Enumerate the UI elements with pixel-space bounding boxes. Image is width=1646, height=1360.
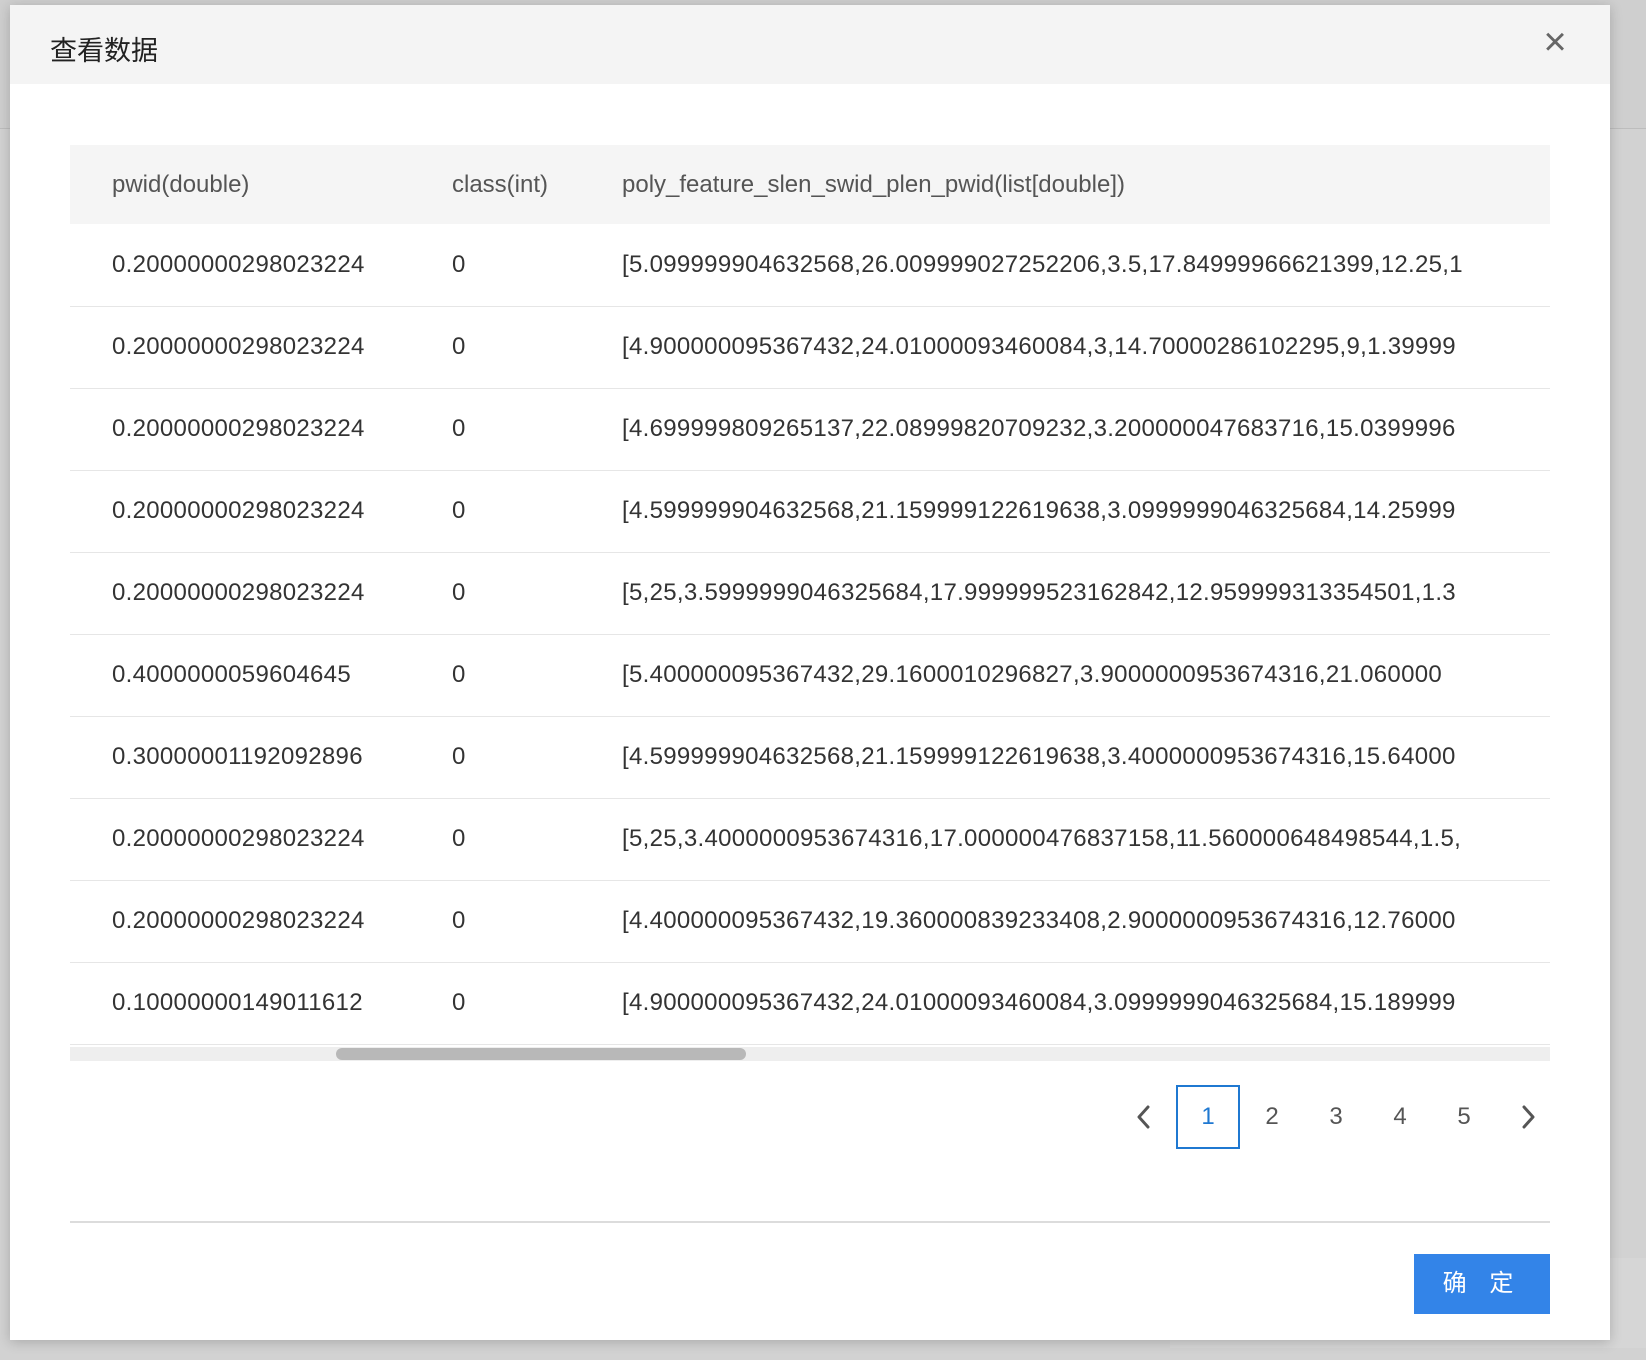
cell-class: 0 [452, 250, 466, 278]
table-row: 0.20000000298023224 0 [4.699999809265137,2… [70, 388, 1550, 470]
cell-pwid: 0.20000000298023224 [112, 250, 365, 278]
cell-class: 0 [452, 907, 466, 934]
cell-pwid: 0.20000000298023224 [112, 579, 365, 606]
cell-class: 0 [452, 579, 466, 606]
table-row: 0.10000000149011612 0 [4.900000095367432,2… [70, 962, 1550, 1044]
column-header-pwid: pwid(double) [112, 170, 250, 198]
close-icon[interactable]: × [1538, 22, 1572, 62]
modal-header: 查看数据 × [10, 5, 1610, 84]
cell-pwid: 0.20000000298023224 [112, 415, 365, 442]
column-header-poly-feature: poly_feature_slen_swid_plen_pwid(list[do… [622, 170, 1125, 198]
table-row: 0.30000001192092896 0 [4.599999904632568,2… [70, 716, 1550, 798]
cell-poly-feature: [4.599999904632568,21.159999122619638,3.… [622, 497, 1456, 524]
table-row: 0.20000000298023224 0 [4.599999904632568,2… [70, 470, 1550, 552]
cell-poly-feature: [4.400000095367432,19.360000839233408,2.… [622, 907, 1456, 934]
cell-pwid: 0.10000000149011612 [112, 989, 363, 1016]
chevron-left-icon[interactable] [1112, 1085, 1176, 1149]
page-1-button[interactable]: 1 [1176, 1085, 1240, 1149]
cell-pwid: 0.20000000298023224 [112, 333, 365, 360]
cell-class: 0 [452, 825, 466, 852]
cell-poly-feature: [4.699999809265137,22.08999820709232,3.2… [622, 415, 1456, 442]
page-3-button[interactable]: 3 [1304, 1085, 1368, 1149]
cell-poly-feature: [5,25,3.5999999046325684,17.999999523162… [622, 579, 1456, 606]
cell-pwid: 0.20000000298023224 [112, 907, 365, 934]
page-4-button[interactable]: 4 [1368, 1085, 1432, 1149]
cell-pwid: 0.30000001192092896 [112, 743, 363, 770]
cell-class: 0 [452, 743, 466, 770]
table-row: 0.20000000298023224 0 [5,25,3.599999904632… [70, 552, 1550, 634]
page-5-button[interactable]: 5 [1432, 1085, 1496, 1149]
cell-class: 0 [452, 333, 466, 360]
chevron-right-icon[interactable] [1496, 1085, 1560, 1149]
cell-poly-feature: [5.099999904632568,26.009999027252206,3.… [622, 250, 1463, 278]
table-row: 0.20000000298023224 0 [4.900000095367432,2… [70, 306, 1550, 388]
cell-class: 0 [452, 989, 466, 1016]
cell-poly-feature: [4.900000095367432,24.01000093460084,3.0… [622, 989, 1456, 1016]
cell-poly-feature: [4.599999904632568,21.159999122619638,3.… [622, 743, 1456, 770]
modal-title: 查看数据 [50, 36, 158, 66]
table-row: 0.4000000059604645 0 [5.400000095367432,29… [70, 634, 1550, 716]
cell-poly-feature: [5,25,3.4000000953674316,17.000000476837… [622, 825, 1462, 852]
cell-poly-feature: [4.900000095367432,24.01000093460084,3,1… [622, 333, 1456, 360]
cell-class: 0 [452, 497, 466, 524]
footer-divider [70, 1221, 1550, 1223]
table-row: 0.20000000298023224 0 [4.400000095367432,1… [70, 880, 1550, 962]
pagination: 1 2 3 4 5 [1112, 1085, 1560, 1149]
table-row: 0.20000000298023224 0 [5,25,3.400000095367… [70, 798, 1550, 880]
table-row: 0.20000000298023224 0 [5.099999904632568,2… [70, 224, 1550, 306]
column-header-class: class(int) [452, 170, 549, 198]
cell-class: 0 [452, 415, 466, 442]
horizontal-scrollbar[interactable] [70, 1047, 1550, 1061]
cell-pwid: 0.20000000298023224 [112, 825, 365, 852]
confirm-button[interactable]: 确 定 [1414, 1254, 1550, 1314]
data-table: pwid(double) class(int) poly_feature_sle… [70, 145, 1550, 1045]
scrollbar-thumb[interactable] [336, 1048, 746, 1060]
data-table-container[interactable]: pwid(double) class(int) poly_feature_sle… [70, 145, 1550, 1062]
cell-class: 0 [452, 661, 466, 688]
view-data-modal: 查看数据 × pwid(double) class(int) poly_feat… [10, 5, 1610, 1340]
page-2-button[interactable]: 2 [1240, 1085, 1304, 1149]
cell-pwid: 0.20000000298023224 [112, 497, 365, 524]
table-header-row: pwid(double) class(int) poly_feature_sle… [70, 145, 1550, 224]
cell-poly-feature: [5.400000095367432,29.1600010296827,3.90… [622, 661, 1443, 688]
cell-pwid: 0.4000000059604645 [112, 661, 351, 688]
